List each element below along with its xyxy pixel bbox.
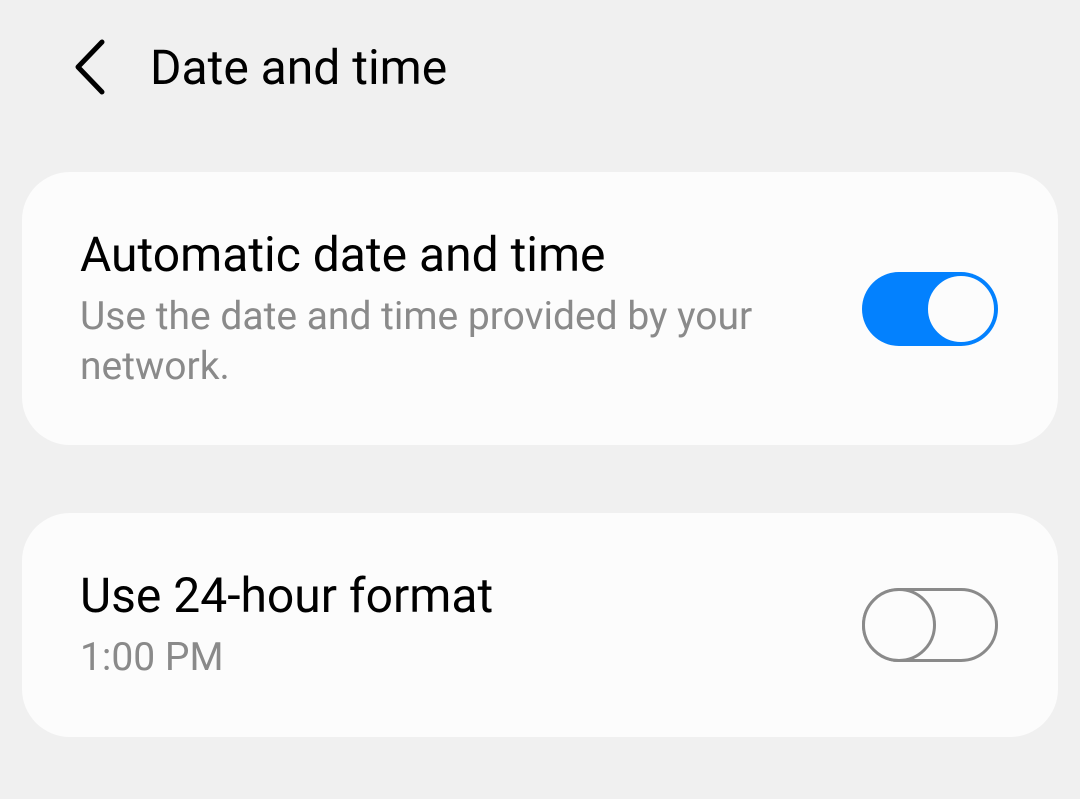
setting-card-format: Use 24-hour format 1:00 PM (22, 513, 1058, 737)
setting-content: Automatic date and time Use the date and… (80, 226, 822, 391)
setting-card-automatic: Automatic date and time Use the date and… (22, 172, 1058, 445)
setting-row-format[interactable]: Use 24-hour format 1:00 PM (80, 567, 998, 683)
setting-title-automatic: Automatic date and time (80, 226, 822, 284)
setting-content: Use 24-hour format 1:00 PM (80, 567, 822, 683)
toggle-automatic[interactable] (862, 272, 998, 346)
toggle-thumb (925, 273, 997, 345)
card-spacer (0, 445, 1080, 513)
page-title: Date and time (150, 39, 447, 96)
chevron-left-icon (72, 38, 108, 96)
setting-title-format: Use 24-hour format (80, 567, 822, 625)
setting-subtitle-automatic: Use the date and time provided by your n… (80, 292, 822, 392)
setting-subtitle-format: 1:00 PM (80, 633, 822, 683)
setting-row-automatic[interactable]: Automatic date and time Use the date and… (80, 226, 998, 391)
header: Date and time (0, 0, 1080, 134)
toggle-thumb (862, 588, 936, 662)
back-button[interactable] (72, 38, 108, 96)
toggle-format[interactable] (862, 588, 998, 662)
